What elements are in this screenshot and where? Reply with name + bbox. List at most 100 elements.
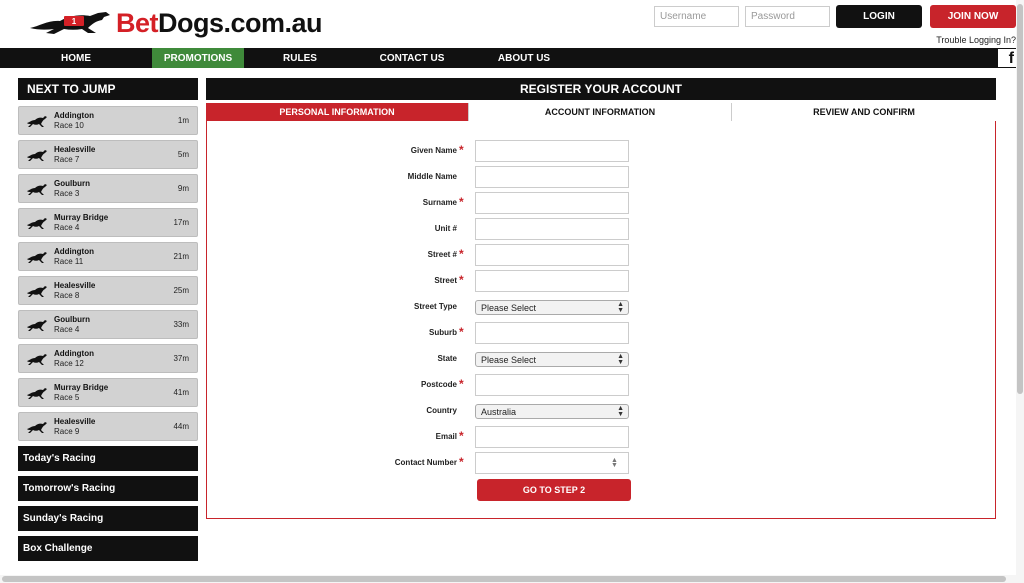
tab-review-and-confirm[interactable]: REVIEW AND CONFIRM	[732, 103, 996, 121]
race-info: Healesville Race 9	[54, 417, 95, 437]
vertical-scrollbar[interactable]	[1016, 0, 1024, 583]
sidebar-links: Today's Racing Tomorrow's Racing Sunday's …	[18, 446, 198, 561]
greyhound-icon	[27, 149, 47, 161]
unit-input[interactable]	[475, 218, 629, 240]
race-item[interactable]: Addington Race 10 1m	[18, 106, 198, 135]
race-track: Goulburn	[54, 178, 90, 188]
form-row-postcode: Postcode *	[207, 374, 995, 396]
state-select[interactable]: Please Select ▲ ▼	[475, 352, 629, 367]
race-track: Murray Bridge	[54, 212, 109, 222]
logo[interactable]: 1 BetDogs.com.au	[26, 8, 323, 38]
tab-account-information[interactable]: ACCOUNT INFORMATION	[469, 103, 732, 121]
postcode-input[interactable]	[475, 374, 629, 396]
greyhound-icon	[27, 115, 47, 127]
go-to-step-2-button[interactable]: GO TO STEP 2	[477, 479, 631, 501]
form-row-unit: Unit #	[207, 218, 995, 240]
form-row-country: Country Australia ▲ ▼	[207, 400, 995, 422]
race-item[interactable]: Addington Race 12 37m	[18, 344, 198, 373]
todays-racing-link[interactable]: Today's Racing	[18, 446, 198, 471]
street-number-input[interactable]	[475, 244, 629, 266]
race-number: Race 9	[54, 426, 80, 436]
username-input[interactable]	[654, 6, 739, 27]
vertical-scroll-thumb[interactable]	[1017, 4, 1023, 394]
nav-item-rules[interactable]: RULES	[244, 48, 356, 68]
nav-item-about-us[interactable]: ABOUT US	[468, 48, 580, 68]
contact-number-input[interactable]	[475, 452, 629, 474]
login-button[interactable]: LOGIN	[836, 5, 922, 28]
race-number: Race 5	[54, 392, 80, 402]
race-track: Healesville	[54, 144, 96, 154]
select-arrows-icon: ▲ ▼	[617, 301, 624, 314]
race-item[interactable]: Goulburn Race 4 33m	[18, 310, 198, 339]
nav-item-home[interactable]: HOME	[0, 48, 152, 68]
email-input[interactable]	[475, 426, 629, 448]
race-track: Addington	[54, 110, 94, 120]
register-title: REGISTER YOUR ACCOUNT	[206, 78, 996, 100]
horizontal-scrollbar[interactable]	[0, 575, 1016, 583]
race-info: Addington Race 10	[54, 111, 94, 131]
tab-personal-information[interactable]: PERSONAL INFORMATION	[206, 103, 469, 121]
race-info: Goulburn Race 3	[54, 179, 90, 199]
race-info: Addington Race 12	[54, 349, 94, 369]
race-countdown: 17m	[173, 218, 189, 227]
race-number: Race 4	[54, 222, 80, 232]
race-info: Goulburn Race 4	[54, 315, 90, 335]
race-info: Healesville Race 7	[54, 145, 95, 165]
nav-item-contact-us[interactable]: CONTACT US	[356, 48, 468, 68]
surname-label: Surname	[422, 198, 457, 207]
greyhound-icon	[27, 421, 47, 433]
horizontal-scroll-thumb[interactable]	[2, 576, 1006, 582]
race-info: Murray Bridge Race 4	[54, 213, 108, 233]
nav-item-promotions[interactable]: PROMOTIONS	[152, 48, 244, 68]
race-info: Addington Race 11	[54, 247, 94, 267]
required-marker: *	[459, 143, 464, 157]
race-item[interactable]: Goulburn Race 3 9m	[18, 174, 198, 203]
race-countdown: 1m	[177, 116, 189, 125]
race-number: Race 3	[54, 188, 80, 198]
race-countdown: 33m	[173, 320, 189, 329]
street-number-label: Street #	[427, 250, 457, 259]
race-item[interactable]: Murray Bridge Race 4 17m	[18, 208, 198, 237]
join-now-button[interactable]: JOIN NOW	[930, 5, 1016, 28]
middle-name-input[interactable]	[475, 166, 629, 188]
race-countdown: 37m	[173, 354, 189, 363]
race-item[interactable]: Healesville Race 7 5m	[18, 140, 198, 169]
logo-text-dogs: Dogs.com.au	[158, 8, 323, 38]
password-input[interactable]	[745, 6, 830, 27]
country-select[interactable]: Australia ▲ ▼	[475, 404, 629, 419]
logo-wordmark: BetDogs.com.au	[116, 8, 323, 38]
race-countdown: 41m	[173, 388, 189, 397]
facebook-icon[interactable]: f	[998, 49, 1016, 67]
tomorrows-racing-link[interactable]: Tomorrow's Racing	[18, 476, 198, 501]
required-marker: *	[459, 247, 464, 261]
logo-text-bet: Bet	[116, 8, 159, 38]
trouble-logging-in-link[interactable]: Trouble Logging In?	[936, 35, 1016, 45]
form-row-suburb: Suburb *	[207, 322, 995, 344]
box-challenge-link[interactable]: Box Challenge	[18, 536, 198, 561]
required-marker: *	[459, 455, 464, 469]
greyhound-icon	[27, 387, 47, 399]
race-track: Healesville	[54, 416, 96, 426]
form-row-middle-name: Middle Name	[207, 166, 995, 188]
greyhound-icon	[27, 319, 47, 331]
race-item[interactable]: Addington Race 11 21m	[18, 242, 198, 271]
given-name-input[interactable]	[475, 140, 629, 162]
next-to-jump-title: NEXT TO JUMP	[18, 78, 198, 100]
race-item[interactable]: Murray Bridge Race 5 41m	[18, 378, 198, 407]
surname-input[interactable]	[475, 192, 629, 214]
contact-number-label: Contact Number	[394, 458, 457, 467]
form-row-street-number: Street # *	[207, 244, 995, 266]
country-label: Country	[426, 406, 457, 415]
race-number: Race 7	[54, 154, 80, 164]
race-item[interactable]: Healesville Race 8 25m	[18, 276, 198, 305]
number-spinner-icon[interactable]: ▲ ▼	[611, 457, 618, 469]
race-number: Race 10	[54, 120, 84, 130]
suburb-input[interactable]	[475, 322, 629, 344]
race-number: Race 4	[54, 324, 80, 334]
state-label: State	[437, 354, 457, 363]
street-type-select[interactable]: Please Select ▲ ▼	[475, 300, 629, 315]
street-type-value: Please Select	[481, 302, 537, 313]
race-item[interactable]: Healesville Race 9 44m	[18, 412, 198, 441]
sundays-racing-link[interactable]: Sunday's Racing	[18, 506, 198, 531]
street-input[interactable]	[475, 270, 629, 292]
